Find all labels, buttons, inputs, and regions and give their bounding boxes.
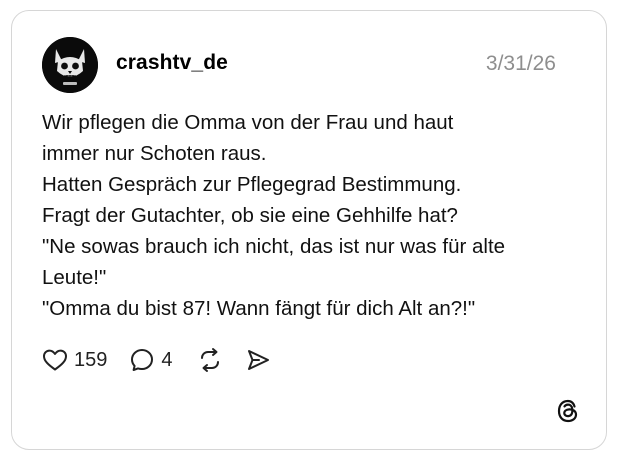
post-text-line: "Ne sowas brauch ich nicht, das ist nur …: [42, 235, 506, 258]
heart-icon: [43, 349, 67, 371]
post-text-line: Hatten Gespräch zur Pflegegrad Bestimmun…: [42, 173, 462, 196]
threads-logo-icon[interactable]: [554, 397, 582, 425]
repost-icon: [200, 348, 219, 372]
like-button[interactable]: 159: [42, 348, 107, 372]
share-button[interactable]: [245, 347, 271, 373]
threads-logo-icon: [557, 399, 578, 423]
post-text: Wir pflegen die Omma von der Frau und ha…: [42, 107, 572, 324]
post-text-line: Wir pflegen die Omma von der Frau und ha…: [42, 111, 454, 134]
like-count: 159: [74, 348, 108, 371]
comment-count: 4: [161, 348, 173, 371]
bulldog-skull-icon: [42, 37, 98, 93]
post-date: 3/31/26: [485, 52, 556, 75]
post-text-line: immer nur Schoten raus.: [42, 142, 267, 165]
post-text-line: Fragt der Gutachter, ob sie eine Gehhilf…: [42, 204, 458, 227]
post-text-line: Leute!": [42, 266, 107, 289]
comment-bubble-icon: [131, 349, 154, 371]
comment-button[interactable]: 4: [129, 347, 173, 373]
username[interactable]: crashtv_de: [116, 51, 228, 75]
post-text-line: "Omma du bist 87! Wann fängt für dich Al…: [42, 297, 476, 320]
repost-button[interactable]: [197, 347, 223, 373]
post-card: crashtv_de 3/31/26 Wir pflegen die Omma …: [11, 10, 607, 450]
avatar[interactable]: [42, 37, 98, 93]
post-actions: 159 4: [42, 346, 271, 374]
send-icon: [247, 350, 269, 370]
